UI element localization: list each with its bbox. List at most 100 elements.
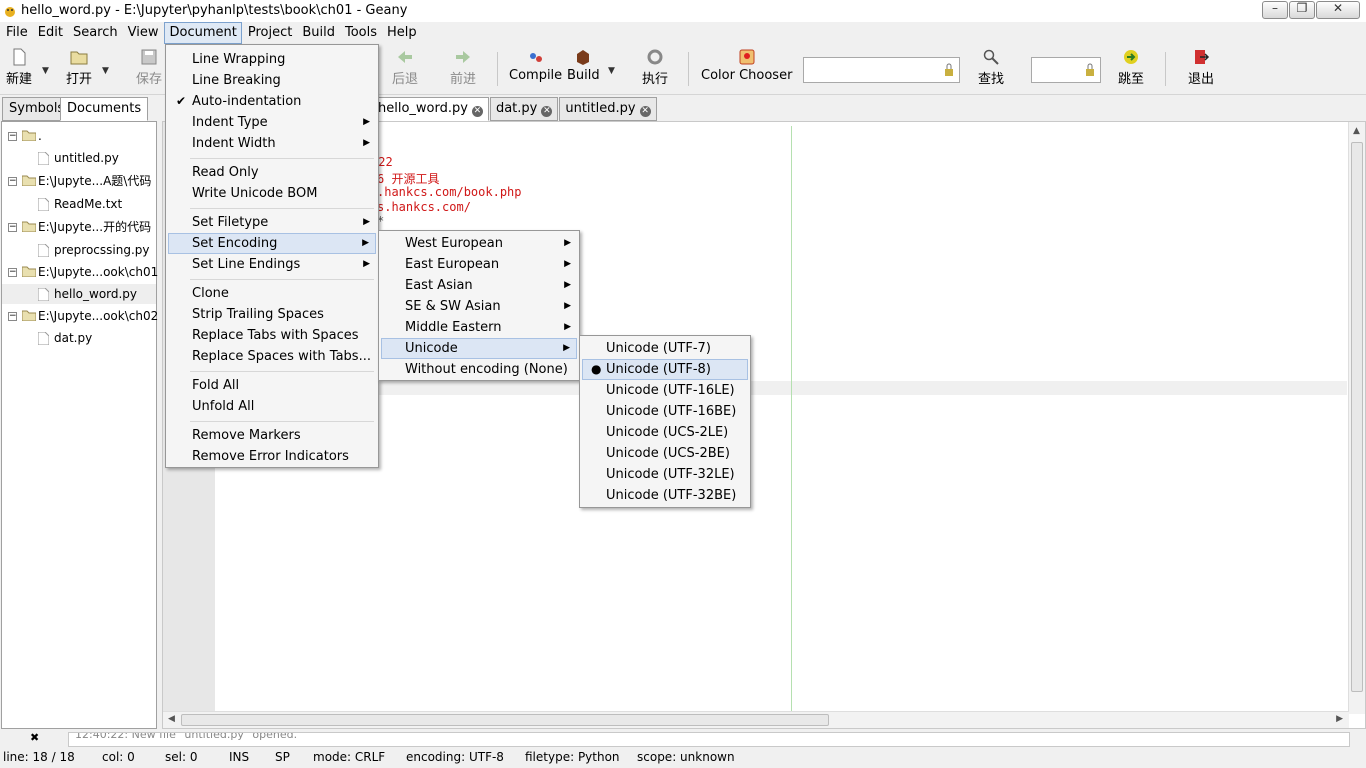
tab-untitled[interactable]: untitled.py ✕ (559, 97, 657, 121)
tree-file-row[interactable]: dat.py (6, 328, 154, 348)
tree-file-label: hello_word.py (54, 287, 138, 301)
menu-item-west-european[interactable]: West European ▶ (381, 233, 577, 254)
menu-item-middle-eastern[interactable]: Middle Eastern ▶ (381, 317, 577, 338)
menu-item-set-line-endings[interactable]: Set Line Endings ▶ (168, 254, 376, 275)
message-text: 12:40:22: New file "untitled.py" opened. (75, 732, 298, 741)
menu-item-auto-indentation[interactable]: ✔ Auto-indentation (168, 91, 376, 112)
menu-document[interactable]: Document (164, 22, 242, 44)
menu-item-fold-all[interactable]: Fold All (168, 375, 376, 396)
minimize-button[interactable]: – (1262, 1, 1288, 19)
menu-item-utf7[interactable]: Unicode (UTF-7) (582, 338, 748, 359)
new-button[interactable]: 新建 (6, 48, 32, 87)
collapse-icon[interactable]: − (8, 132, 17, 141)
horizontal-scroll-thumb[interactable] (181, 714, 829, 726)
menu-item-unfold-all[interactable]: Unfold All (168, 396, 376, 417)
menu-item-line-breaking[interactable]: Line Breaking (168, 70, 376, 91)
find-magnifier-icon (983, 49, 999, 65)
menu-project[interactable]: Project (244, 22, 296, 44)
close-message-icon[interactable]: ✖ (30, 731, 39, 744)
clear-goto-icon[interactable] (1084, 63, 1096, 77)
collapse-icon[interactable]: − (8, 177, 17, 186)
vertical-scrollbar[interactable]: ▲ (1348, 122, 1365, 714)
status-col: col: 0 (102, 750, 135, 764)
menu-item-without-encoding[interactable]: Without encoding (None) (381, 359, 577, 380)
close-window-button[interactable]: ✕ (1316, 1, 1360, 19)
menu-item-strip-trailing-spaces[interactable]: Strip Trailing Spaces (168, 304, 376, 325)
open-button[interactable]: 打开 (66, 48, 92, 87)
menu-search[interactable]: Search (69, 22, 122, 44)
forward-button[interactable]: 前进 (450, 48, 476, 87)
menu-item-remove-markers[interactable]: Remove Markers (168, 425, 376, 446)
tab-dat[interactable]: dat.py ✕ (489, 97, 559, 121)
compile-button[interactable]: Compile (509, 48, 562, 83)
menu-item-remove-error-indicators[interactable]: Remove Error Indicators (168, 446, 376, 467)
menu-item-se-sw-asian[interactable]: SE & SW Asian ▶ (381, 296, 577, 317)
compile-icon (529, 53, 542, 62)
folder-icon (22, 130, 36, 141)
maximize-button[interactable]: ❐ (1289, 1, 1315, 19)
tab-label: hello_word.py (378, 101, 468, 116)
menu-item-utf32le[interactable]: Unicode (UTF-32LE) (582, 464, 748, 485)
search-input[interactable] (803, 57, 960, 83)
menu-item-set-filetype[interactable]: Set Filetype ▶ (168, 212, 376, 233)
goto-line-input[interactable] (1031, 57, 1101, 83)
scroll-right-icon[interactable]: ▶ (1336, 714, 1343, 724)
tab-documents[interactable]: Documents (60, 97, 149, 121)
quit-label: 退出 (1188, 72, 1215, 87)
menu-tools[interactable]: Tools (341, 22, 381, 44)
tree-file-row[interactable]: preprocssing.py (6, 240, 154, 260)
new-dropdown-icon[interactable]: ▼ (42, 66, 49, 76)
close-tab-icon[interactable]: ✕ (471, 106, 483, 117)
tab-hello-word[interactable]: hello_word.py ✕ (372, 97, 489, 121)
menu-build[interactable]: Build (298, 22, 339, 44)
menu-file[interactable]: File (2, 22, 32, 44)
quit-button[interactable]: 退出 (1188, 48, 1214, 87)
menu-item-indent-type[interactable]: Indent Type ▶ (168, 112, 376, 133)
open-dropdown-icon[interactable]: ▼ (102, 66, 109, 76)
clear-search-icon[interactable] (943, 63, 955, 77)
menu-item-label: Indent Type (192, 115, 268, 130)
menu-item-replace-spaces[interactable]: Replace Spaces with Tabs... (168, 346, 376, 367)
submenu-arrow-icon: ▶ (363, 217, 370, 227)
run-button[interactable]: 执行 (642, 48, 668, 87)
find-button[interactable]: 查找 (978, 48, 1004, 87)
collapse-icon[interactable]: − (8, 268, 17, 277)
close-tab-icon[interactable]: ✕ (639, 106, 651, 117)
build-dropdown-icon[interactable]: ▼ (608, 66, 615, 76)
save-button[interactable]: 保存 (136, 48, 162, 87)
menu-item-ucs2be[interactable]: Unicode (UCS-2BE) (582, 443, 748, 464)
goto-button[interactable]: 跳至 (1118, 48, 1144, 87)
scroll-up-icon[interactable]: ▲ (1353, 126, 1360, 136)
close-tab-icon[interactable]: ✕ (541, 106, 553, 117)
color-chooser-button[interactable]: Color Chooser (701, 48, 792, 83)
menu-item-unicode[interactable]: Unicode ▶ (381, 338, 577, 359)
horizontal-scrollbar[interactable]: ◀ ▶ (163, 711, 1349, 728)
tab-label: dat.py (495, 101, 538, 116)
menu-item-utf16be[interactable]: Unicode (UTF-16BE) (582, 401, 748, 422)
menu-view[interactable]: View (124, 22, 163, 44)
menu-item-line-wrapping[interactable]: Line Wrapping (168, 49, 376, 70)
collapse-icon[interactable]: − (8, 312, 17, 321)
menu-item-utf32be[interactable]: Unicode (UTF-32BE) (582, 485, 748, 506)
vertical-scroll-thumb[interactable] (1351, 142, 1363, 692)
menu-item-east-european[interactable]: East European ▶ (381, 254, 577, 275)
scroll-left-icon[interactable]: ◀ (168, 714, 175, 724)
menu-item-set-encoding[interactable]: Set Encoding ▶ (168, 233, 376, 254)
menu-item-indent-width[interactable]: Indent Width ▶ (168, 133, 376, 154)
menu-item-read-only[interactable]: Read Only (168, 162, 376, 183)
menu-item-clone[interactable]: Clone (168, 283, 376, 304)
tree-file-row[interactable]: untitled.py (6, 148, 154, 168)
menu-item-write-unicode-bom[interactable]: Write Unicode BOM (168, 183, 376, 204)
back-button[interactable]: 后退 (392, 48, 418, 87)
menu-item-replace-tabs[interactable]: Replace Tabs with Spaces (168, 325, 376, 346)
menu-item-utf8[interactable]: ● Unicode (UTF-8) (582, 359, 748, 380)
tree-file-row-selected[interactable]: hello_word.py (2, 284, 156, 304)
menu-item-utf16le[interactable]: Unicode (UTF-16LE) (582, 380, 748, 401)
menu-item-ucs2le[interactable]: Unicode (UCS-2LE) (582, 422, 748, 443)
build-button[interactable]: Build (567, 48, 600, 83)
collapse-icon[interactable]: − (8, 223, 17, 232)
tree-file-row[interactable]: ReadMe.txt (6, 194, 154, 214)
menu-help[interactable]: Help (383, 22, 421, 44)
menu-item-east-asian[interactable]: East Asian ▶ (381, 275, 577, 296)
menu-edit[interactable]: Edit (34, 22, 67, 44)
